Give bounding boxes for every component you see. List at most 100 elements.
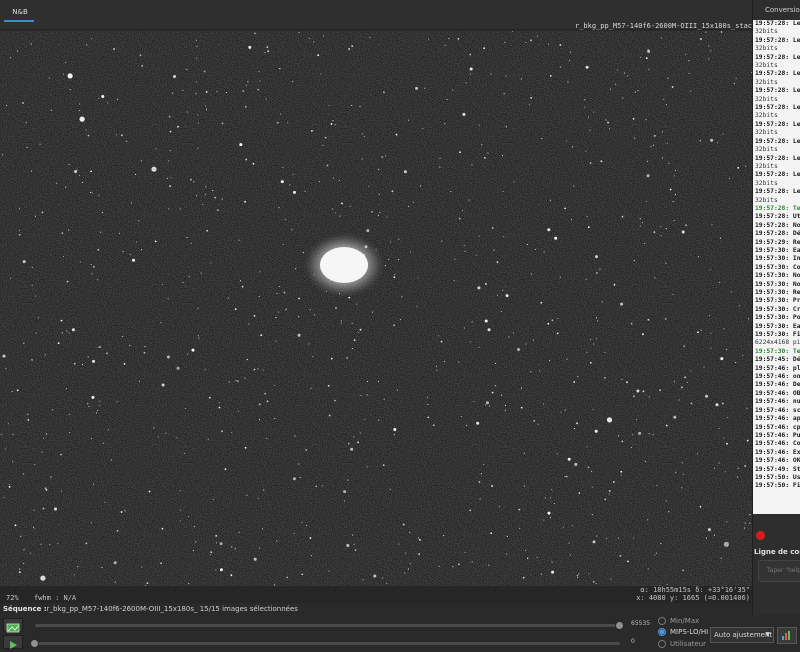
star <box>490 532 492 535</box>
star <box>478 235 480 237</box>
star <box>176 366 180 370</box>
star <box>340 320 342 322</box>
star <box>186 111 188 113</box>
star <box>165 432 167 434</box>
star <box>259 271 261 273</box>
star <box>497 294 499 296</box>
star <box>672 200 674 203</box>
star <box>168 115 171 118</box>
colorspace-button[interactable] <box>3 618 23 633</box>
star <box>630 447 632 449</box>
star <box>424 87 426 89</box>
star <box>412 201 415 203</box>
star <box>30 43 32 45</box>
star <box>110 459 112 461</box>
star <box>578 492 581 494</box>
radio-minmax[interactable]: Min/Max <box>658 617 699 625</box>
star <box>91 192 93 194</box>
low-threshold-slider[interactable] <box>35 642 620 645</box>
log-line: 19:57:28: Le <box>755 36 800 44</box>
star <box>69 431 71 434</box>
star <box>478 481 481 483</box>
star <box>573 428 575 430</box>
stop-icon[interactable] <box>756 531 765 540</box>
star <box>210 551 213 554</box>
high-threshold-handle[interactable] <box>615 621 624 630</box>
console-log[interactable]: 19:57:28: Le 32bits 19:57:28: Le 32bits 19:5… <box>753 20 800 514</box>
star <box>107 102 109 104</box>
play-button[interactable] <box>3 635 23 649</box>
autostretch-button[interactable] <box>777 627 797 644</box>
star <box>92 483 94 485</box>
star <box>665 424 668 427</box>
star <box>589 162 592 164</box>
star <box>588 573 590 575</box>
star <box>50 109 52 111</box>
star <box>353 543 355 545</box>
command-input[interactable]: Taper "help <box>758 560 800 582</box>
star <box>90 522 92 524</box>
star <box>264 51 266 54</box>
radio-circle <box>658 640 666 648</box>
star <box>292 477 296 481</box>
radio-user[interactable]: Utilisateur <box>658 640 706 648</box>
star <box>231 546 233 548</box>
star <box>742 355 744 357</box>
star <box>522 576 525 579</box>
star <box>585 65 589 69</box>
star <box>45 433 48 435</box>
star <box>212 499 214 501</box>
star <box>444 44 446 46</box>
star <box>498 505 500 507</box>
star <box>283 291 286 294</box>
star <box>526 243 529 245</box>
star <box>393 434 395 436</box>
star <box>228 381 230 383</box>
star <box>530 97 532 99</box>
star <box>195 57 197 59</box>
star <box>520 78 522 80</box>
star <box>653 135 656 137</box>
star <box>573 381 576 383</box>
log-line: 32bits <box>755 95 778 103</box>
star <box>297 333 301 337</box>
stretch-select[interactable]: Auto ajustement ▼ <box>710 627 774 643</box>
star <box>179 509 181 511</box>
star <box>244 446 247 449</box>
star <box>389 488 391 490</box>
star <box>728 177 730 179</box>
star <box>749 514 751 516</box>
star <box>218 401 220 403</box>
star <box>585 278 587 280</box>
radio-mips-lo-hi[interactable]: MIPS-LO/HI <box>658 628 708 636</box>
star <box>535 248 537 250</box>
star <box>733 83 735 85</box>
star <box>369 36 371 39</box>
high-threshold-slider[interactable] <box>35 624 620 627</box>
star <box>549 75 552 77</box>
star <box>385 155 387 157</box>
star <box>487 152 489 154</box>
low-threshold-handle[interactable] <box>30 639 39 648</box>
star <box>668 511 670 513</box>
star <box>408 119 410 121</box>
star <box>304 190 306 192</box>
tab-conversion[interactable]: Conversion <box>765 6 800 14</box>
star <box>382 577 384 579</box>
star <box>160 562 163 565</box>
star <box>73 362 76 365</box>
star <box>330 357 333 360</box>
star <box>23 562 25 565</box>
star <box>685 53 687 56</box>
star <box>710 332 712 334</box>
image-viewer[interactable] <box>0 31 752 586</box>
log-line: 19:57:49: St <box>755 465 800 473</box>
star <box>696 453 699 455</box>
star <box>386 582 388 585</box>
star <box>351 322 353 324</box>
star <box>362 579 364 581</box>
star <box>321 485 323 487</box>
star <box>595 317 598 319</box>
star <box>79 103 81 105</box>
star <box>699 505 702 508</box>
